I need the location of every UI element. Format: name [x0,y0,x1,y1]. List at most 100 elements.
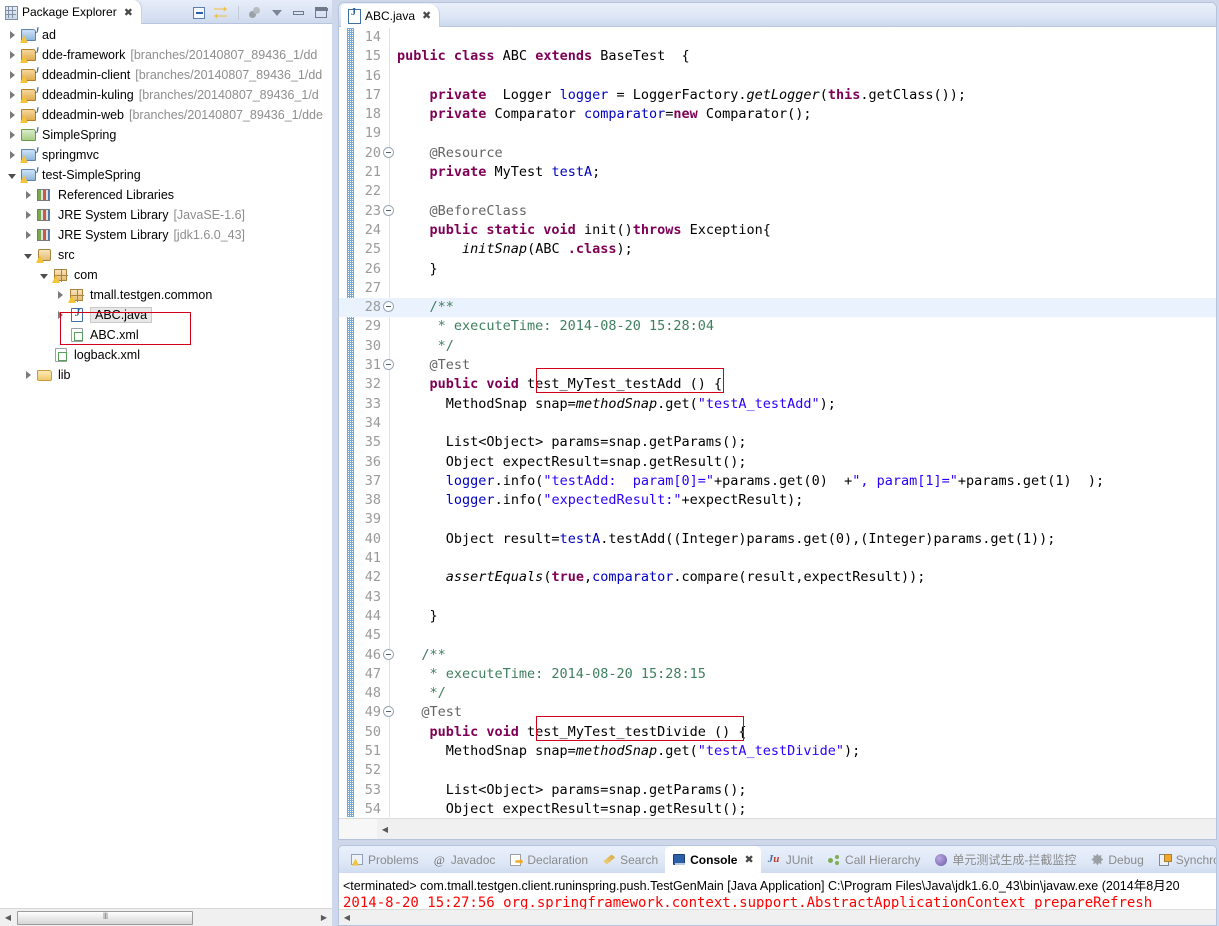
source-code-viewport[interactable]: 1415public class ABC extends BaseTest {1… [339,28,1216,817]
link-with-editor-icon[interactable] [214,5,230,21]
tab-call-hierarchy[interactable]: Call Hierarchy [820,846,927,873]
code-line-53[interactable]: 53 List<Object> params=snap.getParams(); [339,781,1216,800]
code-line-34[interactable]: 34 [339,414,1216,433]
chevron-right-icon[interactable] [4,127,20,143]
minimize-icon[interactable] [291,5,307,21]
tab-declaration[interactable]: Declaration [502,846,595,873]
code-line-40[interactable]: 40 Object result=testA.testAdd((Integer)… [339,530,1216,549]
chevron-right-icon[interactable] [4,67,20,83]
tree-item-jre-system-library[interactable]: JRE System Library[JavaSE-1.6] [0,205,332,225]
tree-item-tmall-testgen-common[interactable]: tmall.testgen.common [0,285,332,305]
code-line-15[interactable]: 15public class ABC extends BaseTest { [339,47,1216,66]
scroll-left-arrow-icon[interactable]: ◀ [0,910,16,926]
console-horizontal-scrollbar[interactable]: ◀ [339,909,1216,925]
console-tab-bar[interactable]: Problems@JavadocDeclarationSearchConsole… [339,846,1216,873]
fold-collapse-icon[interactable] [383,649,394,660]
code-line-48[interactable]: 48 */ [339,684,1216,703]
view-menu-presentation-icon[interactable] [247,5,263,21]
tree-item-abc-xml[interactable]: ABC.xml [0,325,332,345]
code-line-39[interactable]: 39 [339,510,1216,529]
explorer-scroll-thumb[interactable] [17,911,193,925]
chevron-right-icon[interactable] [20,367,36,383]
tree-item-jre-system-library[interactable]: JRE System Library[jdk1.6.0_43] [0,225,332,245]
code-line-17[interactable]: 17 private Logger logger = LoggerFactory… [339,86,1216,105]
code-line-42[interactable]: 42 assertEquals(true,comparator.compare(… [339,568,1216,587]
code-line-36[interactable]: 36 Object expectResult=snap.getResult(); [339,453,1216,472]
scroll-left-arrow-icon[interactable]: ◀ [339,910,355,926]
chevron-right-icon[interactable] [20,227,36,243]
code-line-44[interactable]: 44 } [339,607,1216,626]
chevron-right-icon[interactable] [20,187,36,203]
collapse-all-icon[interactable] [192,5,208,21]
tree-item-ddeadmin-client[interactable]: Jddeadmin-client[branches/20140807_89436… [0,65,332,85]
code-lines[interactable]: 1415public class ABC extends BaseTest {1… [339,28,1216,817]
tree-item-referenced-libraries[interactable]: Referenced Libraries [0,185,332,205]
code-line-32[interactable]: 32 public void test_MyTest_testAdd () { [339,375,1216,394]
scroll-right-arrow-icon[interactable]: ▶ [316,910,332,926]
code-line-33[interactable]: 33 MethodSnap snap=methodSnap.get("testA… [339,395,1216,414]
tree-item-src[interactable]: src [0,245,332,265]
scroll-left-arrow-icon[interactable]: ◀ [377,821,393,837]
chevron-right-icon[interactable] [4,107,20,123]
tree-item-com[interactable]: com [0,265,332,285]
code-line-25[interactable]: 25 initSnap(ABC .class); [339,240,1216,259]
chevron-right-icon[interactable] [4,47,20,63]
view-menu-icon[interactable] [269,5,285,21]
fold-collapse-icon[interactable] [383,301,394,312]
tab-单元测试生成-拦截监控[interactable]: 单元测试生成-拦截监控 [927,846,1083,873]
code-line-29[interactable]: 29 * executeTime: 2014-08-20 15:28:04 [339,317,1216,336]
code-line-21[interactable]: 21 private MyTest testA; [339,163,1216,182]
tab-debug[interactable]: Debug [1083,846,1150,873]
chevron-right-icon[interactable] [4,147,20,163]
close-icon[interactable]: ✖ [744,853,753,866]
fold-collapse-icon[interactable] [383,359,394,370]
tree-item-ddeadmin-kuling[interactable]: Jddeadmin-kuling[branches/20140807_89436… [0,85,332,105]
tree-item-ddeadmin-web[interactable]: Jddeadmin-web[branches/20140807_89436_1/… [0,105,332,125]
tree-item-test-simplespring[interactable]: Jtest-SimpleSpring [0,165,332,185]
fold-collapse-icon[interactable] [383,706,394,717]
explorer-horizontal-scrollbar[interactable]: ◀ ▶ [0,908,332,926]
chevron-right-icon[interactable] [52,307,68,323]
tree-item-lib[interactable]: lib [0,365,332,385]
code-line-37[interactable]: 37 logger.info("testAdd: param[0]="+para… [339,472,1216,491]
tree-item-logback-xml[interactable]: logback.xml [0,345,332,365]
code-line-46[interactable]: 46 /** [339,646,1216,665]
tree-item-ad[interactable]: Jad [0,25,332,45]
chevron-right-icon[interactable] [20,207,36,223]
code-line-35[interactable]: 35 List<Object> params=snap.getParams(); [339,433,1216,452]
tab-javadoc[interactable]: @Javadoc [426,846,503,873]
fold-collapse-icon[interactable] [383,205,394,216]
tab-console[interactable]: Console✖ [665,846,761,873]
code-line-54[interactable]: 54 Object expectResult=snap.getResult(); [339,800,1216,817]
code-line-49[interactable]: 49 @Test [339,703,1216,722]
chevron-right-icon[interactable] [4,87,20,103]
code-line-22[interactable]: 22 [339,182,1216,201]
code-line-47[interactable]: 47 * executeTime: 2014-08-20 15:28:15 [339,665,1216,684]
tree-item-dde-framework[interactable]: Jdde-framework[branches/20140807_89436_1… [0,45,332,65]
tree-item-abc-java[interactable]: ABC.java [0,305,332,325]
code-line-51[interactable]: 51 MethodSnap snap=methodSnap.get("testA… [339,742,1216,761]
chevron-right-icon[interactable] [52,287,68,303]
code-line-26[interactable]: 26 } [339,260,1216,279]
tree-item-simplespring[interactable]: JSimpleSpring [0,125,332,145]
close-icon[interactable]: ✖ [124,6,133,19]
code-line-41[interactable]: 41 [339,549,1216,568]
code-line-23[interactable]: 23 @BeforeClass [339,202,1216,221]
tab-search[interactable]: Search [595,846,665,873]
chevron-down-icon[interactable] [36,267,52,283]
tab-problems[interactable]: Problems [343,846,426,873]
code-line-38[interactable]: 38 logger.info("expectedResult:"+expectR… [339,491,1216,510]
code-line-14[interactable]: 14 [339,28,1216,47]
tab-synchronize[interactable]: Synchronize [1151,846,1216,873]
fold-collapse-icon[interactable] [383,147,394,158]
close-icon[interactable]: ✖ [422,9,431,22]
code-line-45[interactable]: 45 [339,626,1216,645]
tab-abc-java[interactable]: ABC.java ✖ [341,4,440,27]
code-line-27[interactable]: 27 [339,279,1216,298]
code-line-16[interactable]: 16 [339,67,1216,86]
code-line-31[interactable]: 31 @Test [339,356,1216,375]
code-line-19[interactable]: 19 [339,124,1216,143]
project-tree[interactable]: JadJdde-framework[branches/20140807_8943… [0,25,332,898]
code-line-50[interactable]: 50 public void test_MyTest_testDivide ()… [339,723,1216,742]
code-line-18[interactable]: 18 private Comparator comparator=new Com… [339,105,1216,124]
